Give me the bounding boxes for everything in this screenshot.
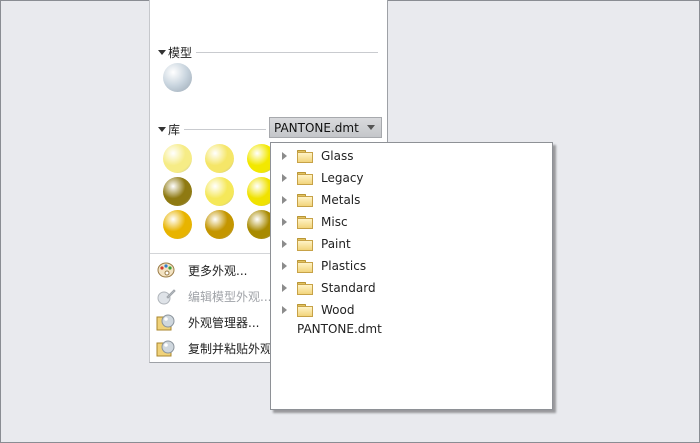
library-material-sphere[interactable] bbox=[205, 210, 234, 239]
chevron-down-icon bbox=[367, 125, 375, 130]
folder-label: Glass bbox=[321, 149, 354, 163]
folder-icon bbox=[297, 215, 313, 229]
folder-icon bbox=[297, 259, 313, 273]
library-folder-item[interactable]: Legacy bbox=[271, 168, 364, 188]
folder-icon bbox=[297, 171, 313, 185]
appearance-manager-label: 外观管理器... bbox=[188, 315, 260, 330]
folder-icon bbox=[297, 237, 313, 251]
expand-arrow-icon[interactable] bbox=[282, 152, 287, 160]
expand-arrow-icon[interactable] bbox=[282, 284, 287, 292]
library-folder-item[interactable]: Paint bbox=[271, 234, 351, 254]
library-dropdown-list: Glass Legacy Metals Misc Paint Plastics Standa… bbox=[270, 142, 553, 410]
folder-icon bbox=[297, 281, 313, 295]
library-section-header[interactable]: 库 bbox=[158, 122, 181, 137]
appearance-manager-command[interactable]: 外观管理器... bbox=[156, 311, 259, 333]
folder-label: Wood bbox=[321, 303, 355, 317]
folder-icon bbox=[297, 149, 313, 163]
folder-icon bbox=[297, 193, 313, 207]
library-folder-item[interactable]: Misc bbox=[271, 212, 348, 232]
copy-paste-appearance-label: 复制并粘贴外观 bbox=[188, 341, 273, 356]
library-file-item[interactable]: PANTONE.dmt bbox=[297, 322, 382, 336]
folder-label: Paint bbox=[321, 237, 351, 251]
expand-arrow-icon[interactable] bbox=[282, 174, 287, 182]
library-selector-dropdown[interactable]: PANTONE.dmt bbox=[269, 117, 382, 138]
library-material-sphere[interactable] bbox=[205, 177, 234, 206]
palette-icon bbox=[156, 260, 176, 280]
model-section-label: 模型 bbox=[168, 45, 193, 60]
expand-arrow-icon[interactable] bbox=[282, 306, 287, 314]
edit-appearance-icon bbox=[156, 286, 176, 306]
library-section-label: 库 bbox=[168, 122, 181, 137]
expand-arrow-icon[interactable] bbox=[282, 240, 287, 248]
section-divider bbox=[184, 129, 266, 130]
collapse-triangle-icon[interactable] bbox=[158, 49, 166, 55]
library-selector-value: PANTONE.dmt bbox=[274, 120, 359, 135]
library-folder-item[interactable]: Wood bbox=[271, 300, 354, 320]
library-folder-item[interactable]: Glass bbox=[271, 146, 354, 166]
more-appearances-label: 更多外观... bbox=[188, 263, 248, 278]
library-material-sphere[interactable] bbox=[205, 144, 234, 173]
expand-arrow-icon[interactable] bbox=[282, 218, 287, 226]
library-material-sphere[interactable] bbox=[163, 210, 192, 239]
library-folder-item[interactable]: Plastics bbox=[271, 256, 366, 276]
folder-icon bbox=[297, 303, 313, 317]
edit-model-appearance-command[interactable]: 编辑模型外观... bbox=[156, 285, 271, 307]
library-material-sphere[interactable] bbox=[163, 144, 192, 173]
folder-label: Misc bbox=[321, 215, 348, 229]
folder-label: Legacy bbox=[321, 171, 364, 185]
section-divider bbox=[196, 52, 378, 53]
model-appearance-sphere[interactable] bbox=[163, 63, 192, 92]
folder-label: Metals bbox=[321, 193, 361, 207]
more-appearances-command[interactable]: 更多外观... bbox=[156, 259, 247, 281]
edit-model-appearance-label: 编辑模型外观... bbox=[188, 289, 272, 304]
folder-label: Standard bbox=[321, 281, 376, 295]
copy-paste-appearance-icon bbox=[156, 338, 176, 358]
expand-arrow-icon[interactable] bbox=[282, 262, 287, 270]
folder-label: Plastics bbox=[321, 259, 367, 273]
library-folder-item[interactable]: Metals bbox=[271, 190, 360, 210]
appearance-manager-icon bbox=[156, 312, 176, 332]
copy-paste-appearance-command[interactable]: 复制并粘贴外观 bbox=[156, 337, 272, 359]
library-folder-item[interactable]: Standard bbox=[271, 278, 376, 298]
expand-arrow-icon[interactable] bbox=[282, 196, 287, 204]
library-material-sphere[interactable] bbox=[163, 177, 192, 206]
collapse-triangle-icon[interactable] bbox=[158, 126, 166, 132]
model-section-header[interactable]: 模型 bbox=[158, 45, 193, 60]
